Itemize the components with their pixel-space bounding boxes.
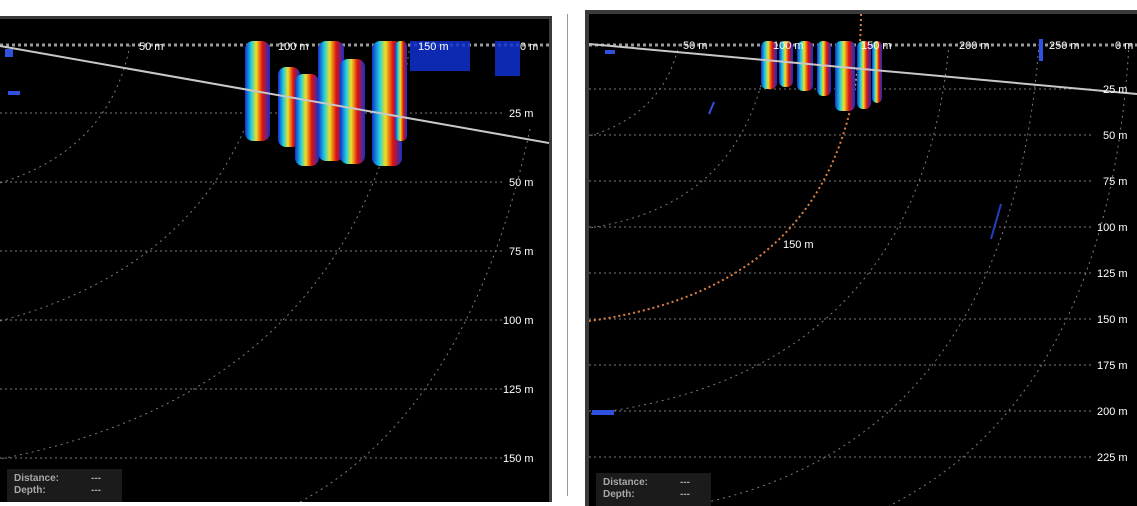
- sonar-view-right[interactable]: 50 m 100 m 150 m 200 m 250 m 0 m 25 m 50…: [585, 10, 1137, 506]
- depth-label: 175 m: [1097, 360, 1128, 372]
- depth-label: 150 m: [503, 453, 534, 465]
- echo-band: [835, 41, 855, 111]
- echo-band: [395, 41, 407, 141]
- range-label: 100 m: [278, 41, 309, 53]
- range-label: 250 m: [1049, 40, 1080, 52]
- range-label: 50 m: [139, 41, 163, 53]
- depth-label: 100 m: [1097, 222, 1128, 234]
- depth-grid-right: [589, 88, 1094, 458]
- depth-label: 50 m: [1103, 130, 1127, 142]
- distance-value: ---: [91, 473, 101, 484]
- range-label: 50 m: [683, 40, 707, 52]
- depth-label: 225 m: [1097, 452, 1128, 464]
- range-label: 150 m: [861, 40, 892, 52]
- range-arc: [299, 128, 531, 502]
- depth-label: 125 m: [503, 384, 534, 396]
- echo-band: [340, 59, 365, 164]
- sonar-plot-left[interactable]: 50 m 100 m 150 m 0 m 25 m 50 m 75 m 100 …: [0, 19, 549, 502]
- echo-speck: [990, 203, 1002, 240]
- echo-speck: [592, 410, 614, 415]
- distance-row: Distance: ---: [14, 473, 122, 485]
- range-label: 200 m: [959, 40, 990, 52]
- depth-label: 75 m: [1103, 176, 1127, 188]
- depth-label: 50 m: [509, 177, 533, 189]
- range-arc: [589, 43, 680, 137]
- echo-speck: [5, 49, 13, 57]
- depth-value: ---: [680, 489, 690, 500]
- range-arc: [888, 43, 1130, 506]
- depth-label: 150 m: [1097, 314, 1128, 326]
- depth-label: 125 m: [1097, 268, 1128, 280]
- highlighted-ring-label: 150 m: [783, 239, 814, 251]
- sonar-view-left[interactable]: 50 m 100 m 150 m 0 m 25 m 50 m 75 m 100 …: [0, 16, 552, 502]
- echo-speck: [8, 91, 20, 95]
- distance-value: ---: [680, 477, 690, 488]
- distance-label: Distance:: [14, 473, 60, 484]
- echo-speck: [605, 50, 615, 54]
- range-label: 150 m: [418, 41, 449, 53]
- range-label: 0 m: [1115, 40, 1133, 52]
- depth-row: Depth: ---: [603, 489, 711, 501]
- panel-divider: [567, 14, 568, 496]
- depth-label: 25 m: [509, 108, 533, 120]
- range-arcs-right: [589, 43, 1130, 506]
- echo-speck: [1039, 39, 1043, 61]
- depth-label: 100 m: [503, 315, 534, 327]
- depth-label: 25 m: [1103, 84, 1127, 96]
- depth-label: 200 m: [1097, 406, 1128, 418]
- cursor-readout-right: Distance: --- Depth: ---: [596, 473, 711, 506]
- depth-grid-left: [0, 112, 505, 459]
- range-arc: [589, 43, 950, 415]
- echo-band: [295, 74, 319, 166]
- sonar-plot-right[interactable]: 50 m 100 m 150 m 200 m 250 m 0 m 25 m 50…: [589, 14, 1137, 506]
- depth-row: Depth: ---: [14, 485, 122, 497]
- range-label: 100 m: [773, 40, 804, 52]
- range-label: 0 m: [520, 41, 538, 53]
- depth-readout-label: Depth:: [603, 489, 635, 500]
- depth-label: 75 m: [509, 246, 533, 258]
- echo-band: [495, 41, 520, 76]
- range-arc: [589, 43, 770, 229]
- distance-row: Distance: ---: [603, 477, 711, 489]
- distance-label: Distance:: [603, 477, 649, 488]
- echo-band: [817, 41, 831, 96]
- echo-speck: [708, 101, 715, 115]
- depth-value: ---: [91, 485, 101, 496]
- depth-readout-label: Depth:: [14, 485, 46, 496]
- cursor-readout-left: Distance: --- Depth: ---: [7, 469, 122, 502]
- range-arc: [688, 43, 1040, 506]
